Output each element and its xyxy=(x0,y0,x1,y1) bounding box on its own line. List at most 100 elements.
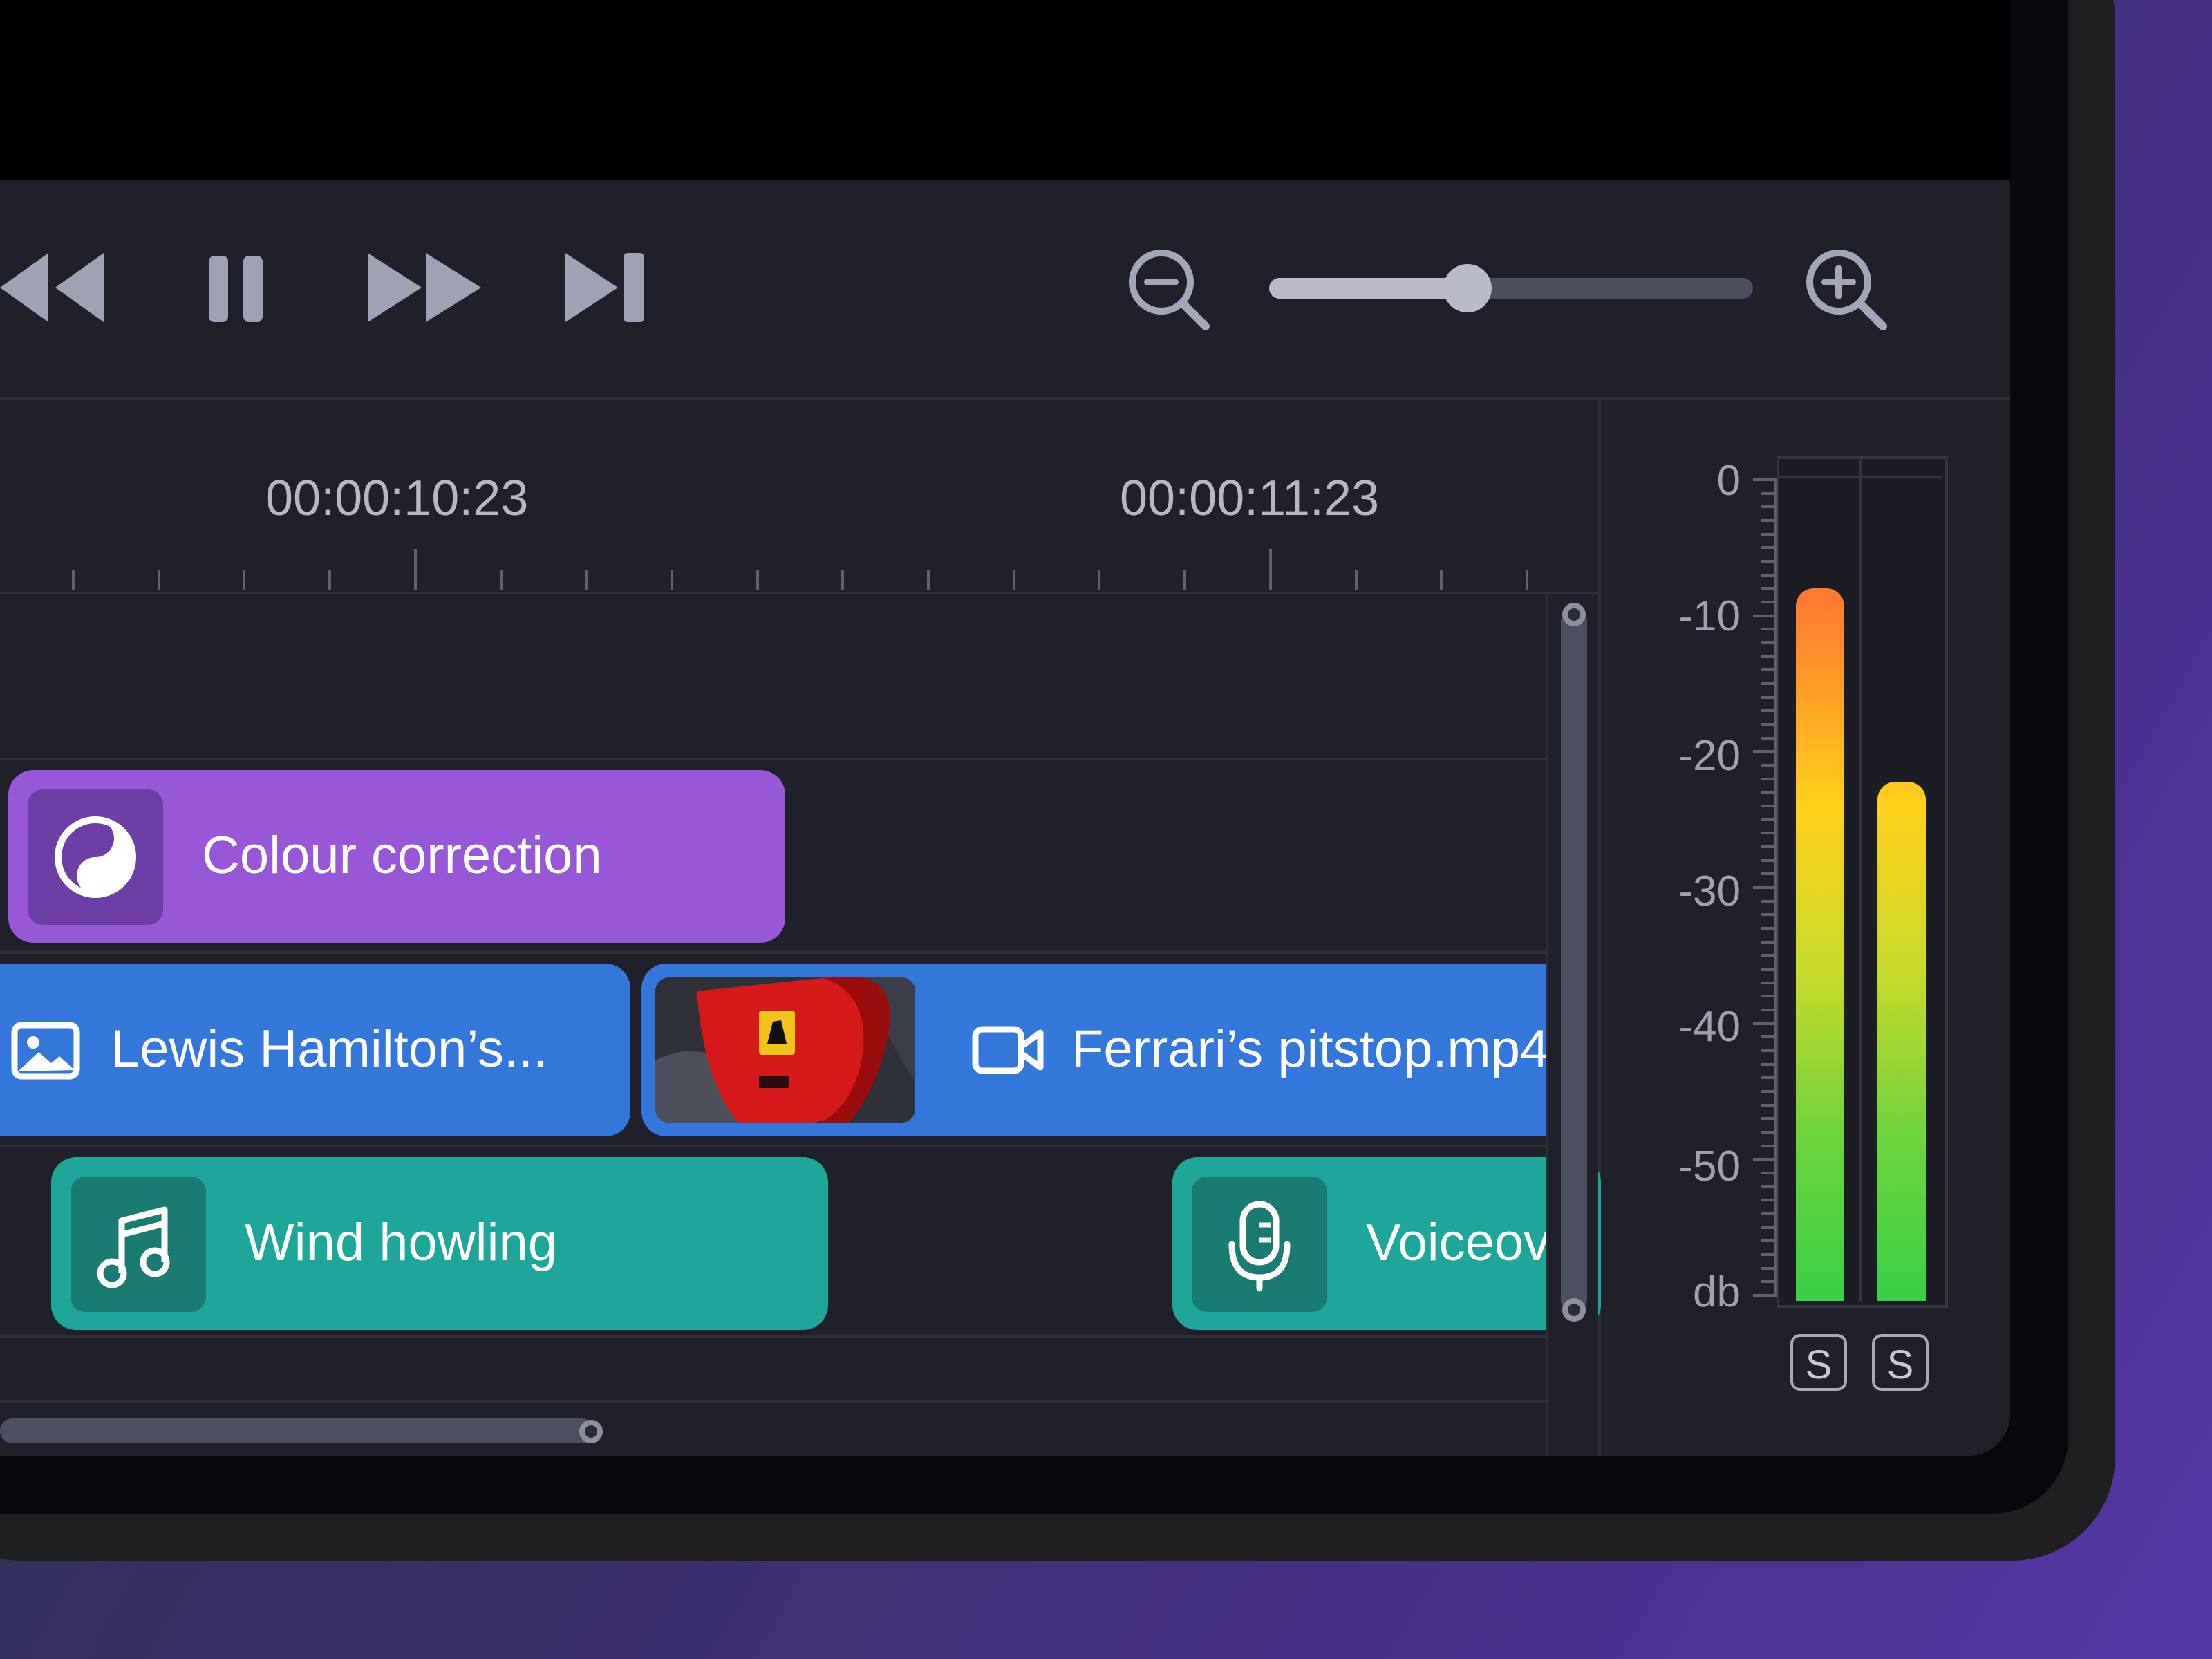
clip-voiceover[interactable]: Voiceover xyxy=(1172,1157,1601,1330)
solo-button-left[interactable]: S xyxy=(1790,1334,1847,1391)
db-scale-label: -10 xyxy=(1678,592,1741,640)
db-tick xyxy=(1761,1185,1775,1188)
ruler-tick xyxy=(413,549,417,590)
ruler-tick xyxy=(157,570,160,590)
db-tick xyxy=(1761,519,1775,522)
level-meter-bar-right xyxy=(1877,782,1926,1301)
solo-button-right[interactable]: S xyxy=(1872,1334,1929,1391)
db-tick xyxy=(1753,478,1775,481)
vertical-scroll-handle-top[interactable] xyxy=(1562,603,1586,626)
zoom-slider-fill xyxy=(1269,278,1468,299)
microphone-icon xyxy=(1228,1201,1291,1292)
timecode-label: 00:00:11:23 xyxy=(1120,471,1380,526)
db-tick xyxy=(1761,968,1775,971)
pause-button[interactable] xyxy=(209,256,263,322)
clip-image[interactable]: Lewis Hamilton’s... xyxy=(0,964,630,1136)
db-tick xyxy=(1761,1144,1775,1147)
ruler-tick xyxy=(1354,570,1358,590)
db-tick xyxy=(1761,1253,1775,1256)
colour-correction-icon xyxy=(55,816,136,898)
level-meter-bar-left xyxy=(1796,588,1844,1301)
track-divider-1 xyxy=(0,758,1548,760)
skip-to-end-button[interactable] xyxy=(565,253,644,322)
db-tick xyxy=(1761,1212,1775,1215)
db-tick xyxy=(1753,886,1775,889)
rewind-button[interactable] xyxy=(0,253,104,322)
fast-forward-button[interactable] xyxy=(368,253,481,322)
db-tick xyxy=(1761,1062,1775,1066)
db-tick xyxy=(1761,791,1775,794)
zoom-slider-thumb[interactable] xyxy=(1443,264,1492,312)
ruler-tick xyxy=(1183,570,1187,590)
db-tick xyxy=(1761,927,1775,930)
zoom-out-button[interactable] xyxy=(1127,247,1212,333)
clip-video[interactable]: Ferrari’s pitstop.mp4 xyxy=(641,964,1595,1136)
video-camera-icon xyxy=(972,1026,1044,1074)
db-tick xyxy=(1761,981,1775,984)
db-tick xyxy=(1761,1035,1775,1039)
clip-label: Wind howling xyxy=(245,1213,557,1272)
db-tick xyxy=(1761,872,1775,876)
db-scale-label: db xyxy=(1693,1268,1741,1316)
clip-wind-howling[interactable]: Wind howling xyxy=(51,1157,828,1330)
db-scale-label: -20 xyxy=(1678,732,1741,780)
ruler-tick xyxy=(927,570,930,590)
db-tick xyxy=(1761,940,1775,944)
pause-icon xyxy=(209,256,263,322)
ruler-tick xyxy=(841,570,845,590)
db-tick xyxy=(1761,709,1775,713)
db-tick xyxy=(1761,641,1775,644)
db-tick xyxy=(1761,573,1775,577)
db-tick xyxy=(1753,614,1775,617)
clip-label: Ferrari’s pitstop.mp4 xyxy=(1071,1020,1550,1078)
db-tick xyxy=(1761,505,1775,509)
db-tick xyxy=(1753,1022,1775,1025)
vertical-scrollbar[interactable] xyxy=(1561,608,1587,1313)
zoom-in-button[interactable] xyxy=(1804,247,1890,333)
db-tick xyxy=(1761,1131,1775,1134)
db-tick xyxy=(1761,546,1775,550)
ruler-tick xyxy=(243,570,246,590)
db-tick xyxy=(1761,682,1775,685)
image-icon xyxy=(11,1022,80,1080)
track-divider-2 xyxy=(0,951,1548,954)
toolbar-divider xyxy=(0,397,2010,400)
db-scale-label: -40 xyxy=(1678,1003,1741,1051)
rewind-icon xyxy=(0,253,48,322)
db-tick xyxy=(1761,954,1775,957)
clip-icon-box xyxy=(1192,1177,1327,1312)
ruler-tick xyxy=(328,570,332,590)
db-tick xyxy=(1761,532,1775,536)
track-divider-3 xyxy=(0,1145,1548,1147)
db-tick xyxy=(1753,750,1775,753)
ruler-tick xyxy=(1098,570,1101,590)
db-scale-label: -30 xyxy=(1678,868,1741,915)
db-tick xyxy=(1761,995,1775,998)
ruler-tick xyxy=(72,570,75,590)
ruler-tick xyxy=(1268,549,1272,590)
video-preview xyxy=(0,0,2010,180)
ruler-tick xyxy=(1525,570,1528,590)
db-tick xyxy=(1761,668,1775,672)
horizontal-scroll-handle[interactable] xyxy=(579,1420,603,1443)
track-divider-5 xyxy=(0,1400,1548,1403)
db-tick xyxy=(1753,1294,1775,1297)
zoom-in-icon xyxy=(1806,250,1887,330)
db-tick xyxy=(1761,777,1775,780)
zoom-slider-track[interactable] xyxy=(1269,278,1753,299)
db-tick xyxy=(1761,1076,1775,1080)
db-tick xyxy=(1761,1226,1775,1229)
vertical-scroll-handle-bottom[interactable] xyxy=(1562,1298,1586,1322)
clip-colour-correction[interactable]: Colour correction xyxy=(8,770,785,943)
db-tick xyxy=(1761,655,1775,658)
db-tick xyxy=(1761,736,1775,740)
db-tick xyxy=(1761,899,1775,903)
ruler-tick xyxy=(756,570,759,590)
db-tick xyxy=(1761,1266,1775,1270)
db-tick xyxy=(1761,1280,1775,1284)
db-scale-label: -50 xyxy=(1678,1143,1741,1190)
horizontal-scrollbar[interactable] xyxy=(0,1418,594,1443)
track-divider-4 xyxy=(0,1335,1548,1338)
db-tick xyxy=(1761,1009,1775,1011)
fast-forward-icon xyxy=(368,253,481,322)
